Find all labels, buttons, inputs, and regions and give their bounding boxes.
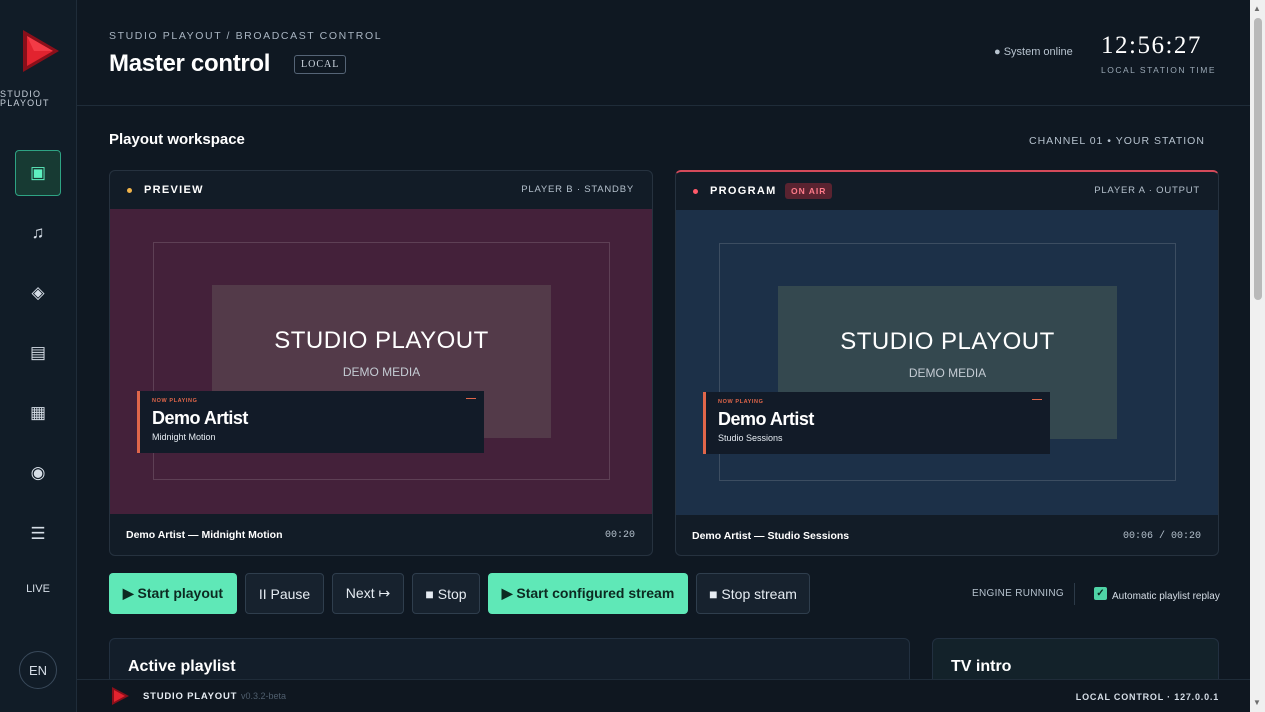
auto-replay-label[interactable]: Automatic playlist replay bbox=[1112, 591, 1220, 602]
lower-third-artist: Demo Artist bbox=[152, 408, 248, 428]
stop-button[interactable]: ■ Stop bbox=[412, 573, 480, 614]
on-air-badge: ON AIR bbox=[785, 183, 833, 199]
divider bbox=[1074, 583, 1075, 605]
start-stream-button[interactable]: ▶ Start configured stream bbox=[488, 573, 688, 614]
footer-connection: LOCAL CONTROL · 127.0.0.1 bbox=[1075, 692, 1219, 702]
engine-status: ENGINE RUNNING bbox=[972, 588, 1064, 599]
stop-stream-button[interactable]: ■ Stop stream bbox=[696, 573, 810, 614]
next-button[interactable]: Next ↦ bbox=[332, 573, 404, 614]
preview-player-label: PLAYER B · STANDBY bbox=[521, 184, 634, 195]
local-badge: LOCAL bbox=[294, 55, 347, 74]
preview-screen[interactable]: STUDIO PLAYOUT DEMO MEDIA NOW PLAYING De… bbox=[110, 209, 652, 514]
preview-status-dot bbox=[127, 188, 132, 193]
lower-third-artist: Demo Artist bbox=[718, 409, 814, 429]
scroll-thumb[interactable] bbox=[1254, 18, 1262, 300]
playlists-icon: ▤ bbox=[29, 343, 47, 362]
tv-intro-title: TV intro bbox=[951, 658, 1012, 675]
now-playing-label: NOW PLAYING bbox=[152, 398, 198, 404]
preview-lower-third: NOW PLAYING Demo Artist Midnight Motion bbox=[137, 391, 484, 453]
program-header: PROGRAM ON AIR PLAYER A · OUTPUT bbox=[676, 172, 1218, 210]
footer-version: v0.3.2-beta bbox=[241, 691, 287, 701]
menu-icon: ☰ bbox=[30, 524, 46, 543]
sidebar-item-playlists[interactable]: ▤ bbox=[15, 330, 61, 376]
program-label: PROGRAM bbox=[710, 185, 777, 197]
grid-icon: ▦ bbox=[29, 403, 47, 422]
preview-footer: Demo Artist — Midnight Motion 00:20 bbox=[110, 514, 652, 555]
slate-subtitle: DEMO MEDIA bbox=[908, 366, 987, 380]
page-scrollbar[interactable]: ▲ ▼ bbox=[1250, 0, 1265, 712]
slate-title: STUDIO PLAYOUT bbox=[274, 327, 489, 354]
program-panel: PROGRAM ON AIR PLAYER A · OUTPUT STUDIO … bbox=[675, 170, 1219, 556]
sidebar-item-schedule[interactable]: ▦ bbox=[15, 390, 61, 436]
lower-third-dash bbox=[466, 398, 476, 399]
record-icon: ◉ bbox=[30, 463, 46, 482]
program-footer: Demo Artist — Studio Sessions 00:06 / 00… bbox=[676, 515, 1218, 555]
program-status-dot bbox=[693, 189, 698, 194]
program-time: 00:06 / 00:20 bbox=[1122, 531, 1201, 542]
program-screen[interactable]: STUDIO PLAYOUT DEMO MEDIA NOW PLAYING De… bbox=[676, 210, 1218, 515]
start-playout-button[interactable]: ▶ Start playout bbox=[109, 573, 237, 614]
check-icon: ✓ bbox=[1096, 588, 1105, 599]
preview-panel: PREVIEW PLAYER B · STANDBY STUDIO PLAYOU… bbox=[109, 170, 653, 556]
lower-third-track: Midnight Motion bbox=[152, 432, 216, 442]
pause-button[interactable]: II Pause bbox=[245, 573, 324, 614]
logo-icon bbox=[23, 30, 59, 72]
preview-time: 00:20 bbox=[604, 530, 635, 541]
dashboard-icon: ▣ bbox=[29, 163, 47, 182]
app-root: STUDIO PLAYOUT ▣ ♫ ◈ ▤ ▦ ◉ ☰ LIVE EN STU… bbox=[0, 0, 1265, 712]
program-lower-third: NOW PLAYING Demo Artist Studio Sessions bbox=[703, 392, 1050, 454]
clock-label: LOCAL STATION TIME bbox=[1101, 65, 1217, 75]
slate-title: STUDIO PLAYOUT bbox=[840, 328, 1055, 355]
music-icon: ♫ bbox=[31, 223, 45, 242]
active-playlist-title: Active playlist bbox=[128, 658, 236, 675]
scroll-up-icon[interactable]: ▲ bbox=[1253, 4, 1261, 13]
page-title: Master control bbox=[109, 50, 271, 77]
sidebar-item-dashboard[interactable]: ▣ bbox=[15, 150, 61, 196]
graphics-icon: ◈ bbox=[31, 283, 45, 302]
lower-third-dash bbox=[1032, 399, 1042, 400]
program-track-title: Demo Artist — Studio Sessions bbox=[692, 530, 850, 542]
auto-replay-checkbox[interactable]: ✓ bbox=[1094, 587, 1107, 600]
footer-brand: STUDIO PLAYOUT bbox=[143, 691, 238, 702]
sidebar-brand: STUDIO PLAYOUT bbox=[0, 89, 50, 108]
sidebar-item-graphics[interactable]: ◈ bbox=[15, 270, 61, 316]
preview-label: PREVIEW bbox=[144, 184, 204, 196]
footer-logo-icon bbox=[112, 687, 129, 705]
lower-third-track: Studio Sessions bbox=[718, 433, 783, 443]
sidebar-item-menu[interactable]: ☰ bbox=[15, 511, 61, 557]
language-button[interactable]: EN bbox=[19, 651, 57, 689]
slate-subtitle: DEMO MEDIA bbox=[342, 365, 421, 379]
sidebar: STUDIO PLAYOUT ▣ ♫ ◈ ▤ ▦ ◉ ☰ LIVE EN bbox=[0, 0, 77, 712]
sidebar-item-live[interactable]: LIVE bbox=[15, 583, 61, 595]
channel-label: CHANNEL 01 • YOUR STATION bbox=[1029, 135, 1205, 147]
system-status: ● System online bbox=[994, 46, 1073, 58]
now-playing-label: NOW PLAYING bbox=[718, 399, 764, 405]
sidebar-item-music[interactable]: ♫ bbox=[15, 210, 61, 256]
scroll-down-icon[interactable]: ▼ bbox=[1253, 698, 1261, 707]
station-clock: 12:56:27 bbox=[1101, 32, 1202, 59]
sidebar-item-record[interactable]: ◉ bbox=[15, 450, 61, 496]
preview-header: PREVIEW PLAYER B · STANDBY bbox=[110, 171, 652, 209]
breadcrumb: STUDIO PLAYOUT / BROADCAST CONTROL bbox=[109, 30, 383, 42]
workspace-title: Playout workspace bbox=[109, 131, 245, 148]
program-player-label: PLAYER A · OUTPUT bbox=[1094, 185, 1200, 196]
header: STUDIO PLAYOUT / BROADCAST CONTROL Maste… bbox=[77, 0, 1250, 106]
preview-track-title: Demo Artist — Midnight Motion bbox=[126, 529, 283, 541]
footer: STUDIO PLAYOUT v0.3.2-beta LOCAL CONTROL… bbox=[77, 679, 1250, 712]
